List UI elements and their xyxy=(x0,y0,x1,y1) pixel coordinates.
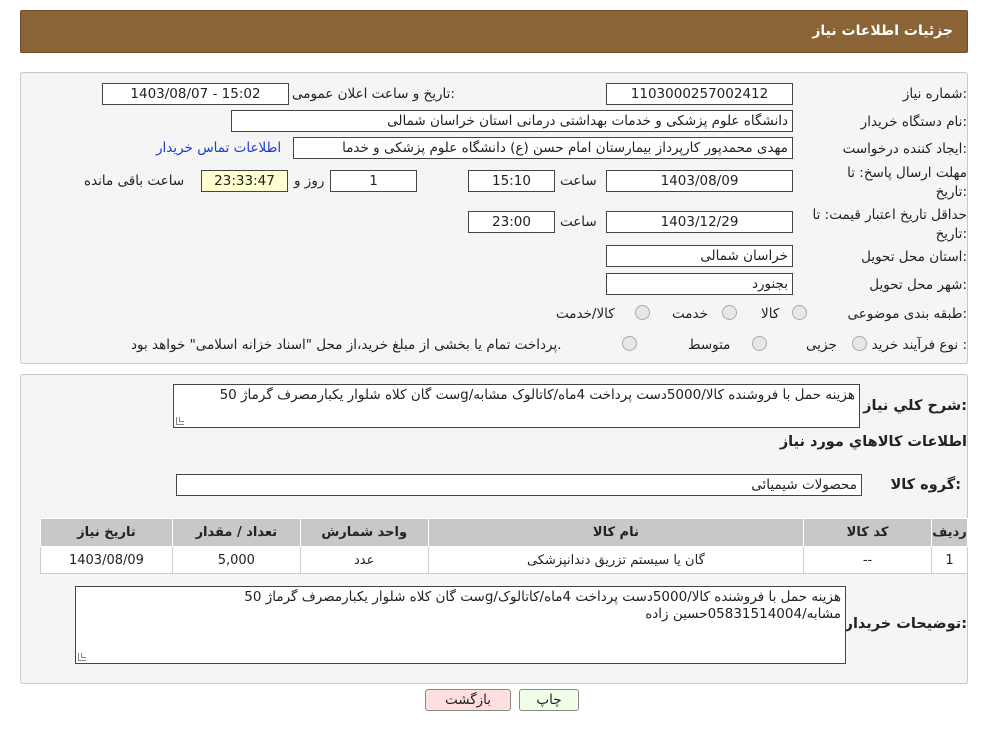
cell-need-date: 1403/08/09 xyxy=(40,546,173,574)
summary-label: شرح کلي نياز: xyxy=(863,398,967,414)
validity-time-label: ساعت xyxy=(560,214,597,230)
city-field: بجنورد xyxy=(606,273,793,295)
category-label: طبقه بندی موضوعی: xyxy=(847,306,967,322)
creator-field: مهدی محمدپور کارپرداز بیمارستان امام حسن… xyxy=(293,137,793,159)
process-radio-minor[interactable] xyxy=(852,336,867,351)
city-label: شهر محل تحویل: xyxy=(869,277,967,293)
days-label: روز و xyxy=(294,173,325,189)
col-unit: واحد شمارش xyxy=(299,518,429,547)
col-item-code: کد کالا xyxy=(803,518,932,547)
goods-group-field: محصولات شیمیائی xyxy=(176,474,862,496)
summary-text: ست گان کلاه شلوار یکبارمصرف گرماژ 50g/هز… xyxy=(219,387,855,403)
col-row-number: رديف xyxy=(930,518,969,547)
announce-label: تاریخ و ساعت اعلان عمومی: xyxy=(292,86,455,102)
validity-label-date: تاریخ: xyxy=(935,226,967,242)
creator-label: ایجاد کننده درخواست: xyxy=(842,141,967,157)
process-option-minor: جزیی xyxy=(806,337,837,353)
buyer-notes-text: ست گان کلاه شلوار یکبارمصرف گرماژ 50g/هز… xyxy=(244,589,841,622)
buyer-contact-link[interactable]: اطلاعات تماس خریدار xyxy=(156,140,281,156)
need-number-label: شماره نیاز: xyxy=(902,86,967,102)
back-button[interactable]: بازگشت xyxy=(425,689,511,711)
buyer-org-label: نام دستگاه خریدار: xyxy=(860,114,967,130)
cell-unit: عدد xyxy=(299,546,429,574)
table-row[interactable]: 1403/08/09 5,000 عدد گان یا سیستم تزریق … xyxy=(40,546,969,574)
cell-item-code: -- xyxy=(803,546,932,574)
summary-textarea[interactable]: ست گان کلاه شلوار یکبارمصرف گرماژ 50g/هز… xyxy=(173,384,860,428)
time-remaining-field: 23:33:47 xyxy=(201,170,288,192)
need-number-field: 1103000257002412 xyxy=(606,83,793,105)
process-label: نوع فرآیند خرید : xyxy=(871,337,967,353)
validity-label: حداقل تاریخ اعتبار قیمت: تا xyxy=(812,207,967,223)
process-radio-treasury[interactable] xyxy=(622,336,637,351)
category-radio-service[interactable] xyxy=(722,305,737,320)
col-need-date: تاریخ نیاز xyxy=(40,518,173,547)
province-field: خراسان شمالی xyxy=(606,245,793,267)
cell-quantity: 5,000 xyxy=(171,546,301,574)
resize-handle-icon[interactable] xyxy=(176,417,184,425)
province-label: استان محل تحویل: xyxy=(861,249,967,265)
deadline-label: مهلت ارسال پاسخ: تا xyxy=(847,165,967,181)
buyer-notes-label: توضیحات خریدار: xyxy=(844,616,967,632)
deadline-time-label: ساعت xyxy=(560,173,597,189)
validity-date-field: 1403/12/29 xyxy=(606,211,793,233)
validity-time-field: 23:00 xyxy=(468,211,555,233)
category-radio-goods[interactable] xyxy=(792,305,807,320)
process-radio-medium[interactable] xyxy=(752,336,767,351)
category-option-goods: کالا xyxy=(761,306,780,322)
announce-datetime-field: 1403/08/07 - 15:02 xyxy=(102,83,289,105)
buyer-org-field: دانشگاه علوم پزشکی و خدمات بهداشتی درمان… xyxy=(231,110,793,132)
col-item-name: نام کالا xyxy=(427,518,805,547)
category-option-goods-service: کالا/خدمت xyxy=(556,306,615,322)
cell-item-name: گان یا سیستم تزریق دندانپزشکی xyxy=(427,546,805,574)
days-remaining-field: 1 xyxy=(330,170,417,192)
buyer-notes-textarea[interactable]: ست گان کلاه شلوار یکبارمصرف گرماژ 50g/هز… xyxy=(75,586,846,664)
items-section-title: اطلاعات کالاهاي مورد نياز xyxy=(779,434,967,450)
process-note: پرداخت تمام یا بخشی از مبلغ خرید،از محل … xyxy=(131,337,562,353)
goods-group-label: گروه کالا: xyxy=(890,477,961,493)
deadline-label-date: تاریخ: xyxy=(935,184,967,200)
category-radio-goods-service[interactable] xyxy=(635,305,650,320)
page-title: جزئیات اطلاعات نیاز xyxy=(812,23,953,39)
cell-row-number: 1 xyxy=(930,546,969,574)
category-option-service: خدمت xyxy=(672,306,708,322)
time-remaining-label: ساعت باقی مانده xyxy=(84,173,185,189)
deadline-time-field: 15:10 xyxy=(468,170,555,192)
resize-handle-icon[interactable] xyxy=(78,653,86,661)
items-table: تاریخ نیاز تعداد / مقدار واحد شمارش نام … xyxy=(40,518,969,574)
items-table-header: تاریخ نیاز تعداد / مقدار واحد شمارش نام … xyxy=(40,518,969,547)
print-button[interactable]: چاپ xyxy=(519,689,579,711)
col-quantity: تعداد / مقدار xyxy=(171,518,301,547)
page-header: جزئیات اطلاعات نیاز xyxy=(20,10,968,53)
deadline-date-field: 1403/08/09 xyxy=(606,170,793,192)
process-option-medium: متوسط xyxy=(688,337,731,353)
